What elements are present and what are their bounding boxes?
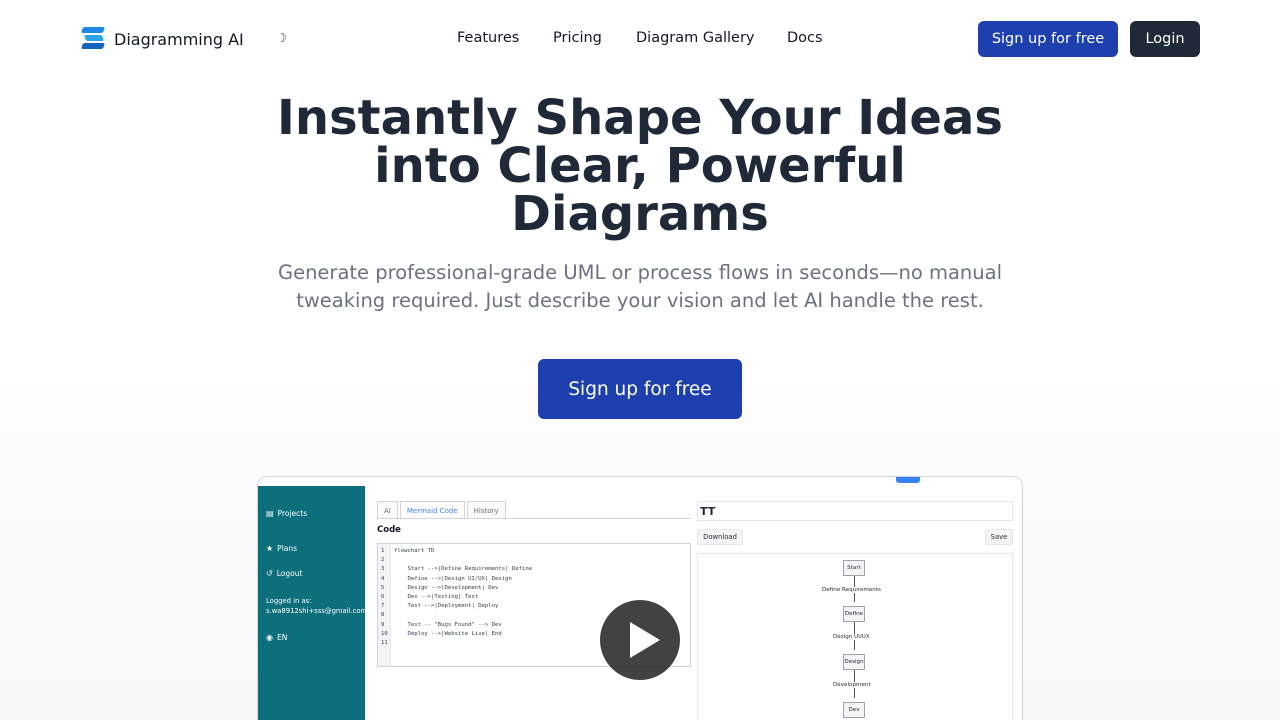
- code-line: Test -->|Deployment| Deploy: [394, 603, 499, 610]
- signup-button[interactable]: Sign up for free: [978, 21, 1118, 57]
- flow-node-dev: Dev: [843, 702, 865, 718]
- code-line-number: 7: [381, 603, 385, 610]
- code-line-number: 2: [381, 557, 385, 564]
- flow-edge-label: Define Requirements: [822, 587, 881, 593]
- preview-logged-in: Logged in as: s.wa8912shi+sss@gmail.com: [266, 596, 367, 616]
- preview-title-field: TT: [697, 501, 1013, 521]
- preview-sidebar-logout: ↺ Logout: [266, 569, 302, 578]
- code-line-number: 8: [381, 612, 385, 619]
- preview-sidebar-projects: ▤ Projects: [266, 509, 307, 518]
- logo-icon: [80, 27, 106, 51]
- preview-badge: [896, 477, 920, 483]
- globe-icon: ◉: [266, 633, 273, 642]
- brand-name: Diagramming AI: [114, 29, 244, 49]
- play-video-button[interactable]: [600, 600, 680, 680]
- code-line-number: 4: [381, 575, 385, 582]
- preview-code-label: Code: [377, 525, 401, 535]
- preview-tab-history: History: [466, 501, 506, 518]
- preview-tab-ai: AI: [377, 501, 398, 518]
- preview-sidebar-plans: ★ Plans: [266, 544, 297, 553]
- play-icon: [630, 622, 660, 658]
- preview-sidebar-language: ◉ EN: [266, 633, 287, 642]
- preview-tab-mermaid: Mermaid Code: [399, 501, 465, 518]
- star-icon: ★: [266, 544, 274, 553]
- preview-tabs: AI Mermaid Code History: [377, 501, 691, 519]
- nav-link-docs[interactable]: Docs: [787, 30, 823, 46]
- code-line-number: 5: [381, 584, 385, 591]
- code-line: Test -- "Bugs Found" --> Dev: [394, 621, 502, 628]
- code-line: flowchart TD: [394, 548, 435, 554]
- preview-language-label: EN: [276, 633, 288, 642]
- preview-sidebar-logout-label: Logout: [276, 569, 303, 578]
- code-line-number: 9: [381, 621, 385, 628]
- code-line-number: 10: [381, 630, 388, 637]
- code-line-number: 6: [381, 594, 385, 600]
- hero-title: Instantly Shape Your Ideas into Clear, P…: [277, 90, 1003, 242]
- flow-node-design: Design: [843, 654, 865, 670]
- logged-in-email: s.wa8912shi+sss@gmail.com: [266, 607, 368, 615]
- preview-sidebar-plans-label: Plans: [277, 544, 298, 553]
- hero-subtitle: Generate professional-grade UML or proce…: [277, 261, 1003, 312]
- logout-icon: ↺: [266, 569, 273, 578]
- login-button[interactable]: Login: [1130, 21, 1200, 57]
- code-line-number: 11: [381, 640, 388, 646]
- nav-link-features[interactable]: Features: [457, 30, 519, 46]
- projects-icon: ▤: [266, 509, 274, 518]
- theme-toggle-icon[interactable]: ☽: [276, 31, 287, 45]
- app-preview: ▤ Projects ★ Plans ↺ Logout Logged in as…: [257, 476, 1023, 720]
- brand-logo[interactable]: Diagramming AI: [80, 27, 244, 51]
- preview-sidebar: ▤ Projects ★ Plans ↺ Logout Logged in as…: [258, 486, 367, 720]
- hero-signup-button[interactable]: Sign up for free: [538, 359, 742, 419]
- code-line: Define -->|Design UI/UX| Design: [394, 575, 512, 582]
- flow-edge-label: Design UI/UX: [833, 634, 870, 640]
- preview-output: TT Download Save Start Define Requiremen…: [697, 501, 1013, 720]
- code-line-number: 3: [381, 566, 385, 573]
- nav-link-diagram-gallery[interactable]: Diagram Gallery: [636, 30, 755, 46]
- preview-sidebar-projects-label: Projects: [277, 509, 308, 518]
- code-line: Dev -->|Testing| Test: [394, 594, 479, 600]
- preview-diagram-canvas: Start Define Requirements Define Design …: [697, 553, 1013, 720]
- code-line: Deploy -->|Website Live| End: [394, 630, 502, 637]
- preview-download-button: Download: [697, 529, 743, 545]
- flow-edge-label: Development: [833, 682, 871, 688]
- code-line: Start -->|Define Requirements| Define: [394, 566, 533, 573]
- preview-save-button: Save: [985, 529, 1013, 545]
- code-line-number: 1: [381, 548, 385, 554]
- flow-node-start: Start: [843, 560, 865, 576]
- flow-node-define: Define: [843, 606, 865, 622]
- logged-in-label: Logged in as:: [266, 597, 312, 605]
- preview-gutter: [378, 544, 391, 666]
- nav-link-pricing[interactable]: Pricing: [553, 30, 602, 46]
- top-nav: Diagramming AI ☽ Features Pricing Diagra…: [0, 0, 1280, 78]
- code-line: Design -->|Development| Dev: [394, 584, 499, 591]
